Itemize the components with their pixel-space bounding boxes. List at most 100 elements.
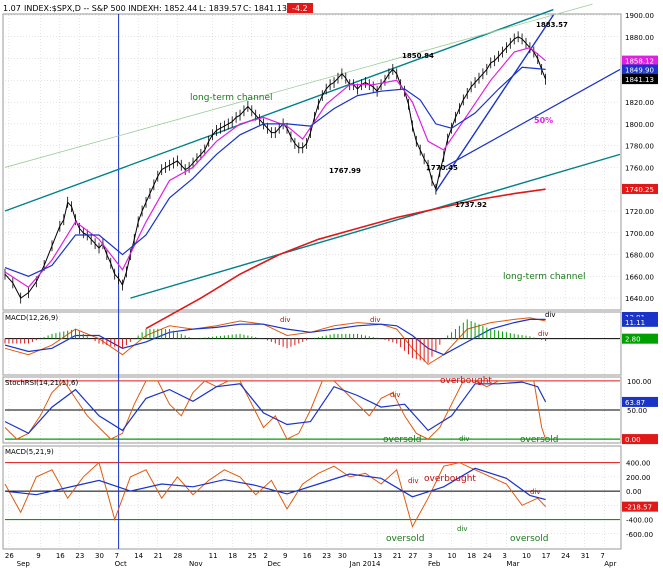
x-tick-label: Jan 2014 [349, 560, 381, 568]
header-close: C: 1841.13 [243, 4, 287, 13]
macd2-tick-label: -600.00 [626, 531, 653, 539]
annotation-div-stoch-a: div [390, 391, 401, 399]
annotation-div-macd1-a: div [280, 316, 291, 324]
x-tick-label: 23 [322, 552, 331, 560]
uptrend-support-line [443, 68, 621, 168]
x-tick-label: 10 [448, 552, 457, 560]
x-tick-label: 9 [283, 552, 287, 560]
macd2-tick-label: -400.00 [626, 517, 653, 525]
price-tick-label: 1780.00 [625, 143, 654, 151]
badge-stoch-label: 63.87 [625, 399, 645, 407]
axis-ticks: 1900.001880.001860.001840.001820.001800.… [625, 12, 654, 539]
annotation-1883: 1883.57 [536, 21, 568, 29]
series-stoch_d [4, 381, 547, 435]
price-tick-label: 1700.00 [625, 230, 654, 238]
x-tick-label: 21 [393, 552, 402, 560]
price-tick-label: 1720.00 [625, 208, 654, 216]
annotation-div-macd2-b: div [530, 488, 541, 496]
price-tick-label: 1820.00 [625, 99, 654, 107]
annotation-1767: 1767.99 [329, 167, 361, 175]
chart-window: 1.07 INDEX:$SPX,D -- S&P 500 INDEX H: 18… [0, 0, 663, 570]
x-tick-label: 3 [428, 552, 432, 560]
badge-price-label: 1740.25 [625, 186, 654, 194]
x-tick-label: 24 [483, 552, 492, 560]
annotation-oversold-stoch-b: oversold [520, 435, 558, 445]
x-tick-label: Nov [189, 560, 203, 568]
x-tick-label: 23 [75, 552, 84, 560]
annotation-overbought-macd2: overbought [424, 474, 476, 484]
header-high: H: 1852.44 [153, 4, 197, 13]
x-tick-label: Sep [17, 560, 31, 568]
badge-stoch-label: 0.00 [625, 436, 641, 444]
annotation-long-term-channel-lower: long-term channel [503, 272, 586, 282]
x-tick-label: 14 [134, 552, 143, 560]
x-tick-label: 7 [600, 552, 604, 560]
chart-title: INDEX:$SPX,D -- S&P 500 INDEX [24, 4, 154, 13]
header-change: -4.2 [292, 4, 308, 13]
badge-macd2-label: -218.57 [625, 504, 652, 512]
x-tick-label: 17 [542, 552, 551, 560]
price-tick-label: 1680.00 [625, 252, 654, 260]
x-tick-label: 27 [408, 552, 417, 560]
annotation-1770: 1770.45 [426, 164, 458, 172]
annotation-long-term-channel-upper: long-term channel [190, 93, 273, 103]
series-layer [4, 31, 547, 529]
badge-price-label: 1841.13 [625, 76, 654, 84]
stoch-label: StochRSI(14,21(1),6) [5, 379, 78, 387]
x-tick-label: Oct [115, 560, 127, 568]
stoch-tick-label: 100.00 [627, 378, 652, 386]
x-tick-label: 16 [303, 552, 312, 560]
x-tick-label: 18 [467, 552, 476, 560]
annotation-div-macd1-b: div [370, 316, 381, 324]
x-tick-label: 13 [373, 552, 382, 560]
x-tick-label: 11 [209, 552, 218, 560]
annotation-div-stoch-b: div [459, 435, 470, 443]
x-tick-label: 16 [56, 552, 65, 560]
series-sma200 [145, 188, 546, 330]
x-tick-label: 25 [248, 552, 257, 560]
x-tick-label: 3 [502, 552, 506, 560]
annotation-50pct: 50% [534, 116, 553, 125]
annotation-oversold-stoch-a: oversold [383, 435, 421, 445]
annotation-1850: 1850.84 [402, 52, 434, 60]
annotation-div-macd1-d: div [538, 330, 549, 338]
x-tick-label: Feb [428, 560, 441, 568]
annotation-oversold-macd2-b: oversold [510, 534, 548, 544]
x-tick-label: 24 [561, 552, 570, 560]
header-low: L: 1839.57 [199, 4, 242, 13]
x-tick-label: 30 [95, 552, 104, 560]
badge-price-label: 1858.12 [625, 58, 654, 66]
annotation-div-macd2-a: div [408, 477, 419, 485]
macd2-tick-label: 400.00 [626, 460, 651, 468]
price-tick-label: 1660.00 [625, 273, 654, 281]
x-tick-label: 30 [338, 552, 347, 560]
badge-macd1-label: 11.11 [625, 319, 645, 327]
x-tick-label: 9 [36, 552, 40, 560]
x-tick-label: 2 [263, 552, 267, 560]
x-tick-label: 28 [173, 552, 182, 560]
badge-price-label: 1849.90 [625, 67, 654, 75]
macd2-tick-label: 200.00 [626, 474, 651, 482]
macd1-label: MACD(12,26,9) [5, 314, 58, 322]
x-axis: 26Sep9 16 23 30 7Oct14 21 28Nov11 18 25 2Dec9 16 23… [5, 552, 617, 568]
annotation-overbought-stoch: overbought [440, 376, 492, 386]
x-tick-label: 18 [228, 552, 237, 560]
x-tick-label: Dec [267, 560, 281, 568]
stoch-tick-label: 50.00 [627, 407, 647, 415]
macd1-panel [2, 311, 622, 376]
badge-macd1-label: 2.80 [625, 336, 641, 344]
x-tick-label: 10 [522, 552, 531, 560]
annotation-1737: 1737.92 [455, 201, 487, 209]
x-tick-label: 31 [581, 552, 590, 560]
price-tick-label: 1800.00 [625, 121, 654, 129]
macd2-tick-label: 0.00 [626, 488, 642, 496]
x-tick-label: Mar [506, 560, 519, 568]
x-tick-label: 7 [115, 552, 119, 560]
x-tick-label: Apr [604, 560, 616, 568]
price-tick-label: 1880.00 [625, 34, 654, 42]
annotation-oversold-macd2-a: oversold [386, 534, 424, 544]
annotation-div-macd2-c: div [457, 525, 468, 533]
x-tick-label: 21 [154, 552, 163, 560]
header-prefix: 1.07 [3, 4, 21, 13]
annotation-div-macd1-c: div [545, 311, 556, 319]
